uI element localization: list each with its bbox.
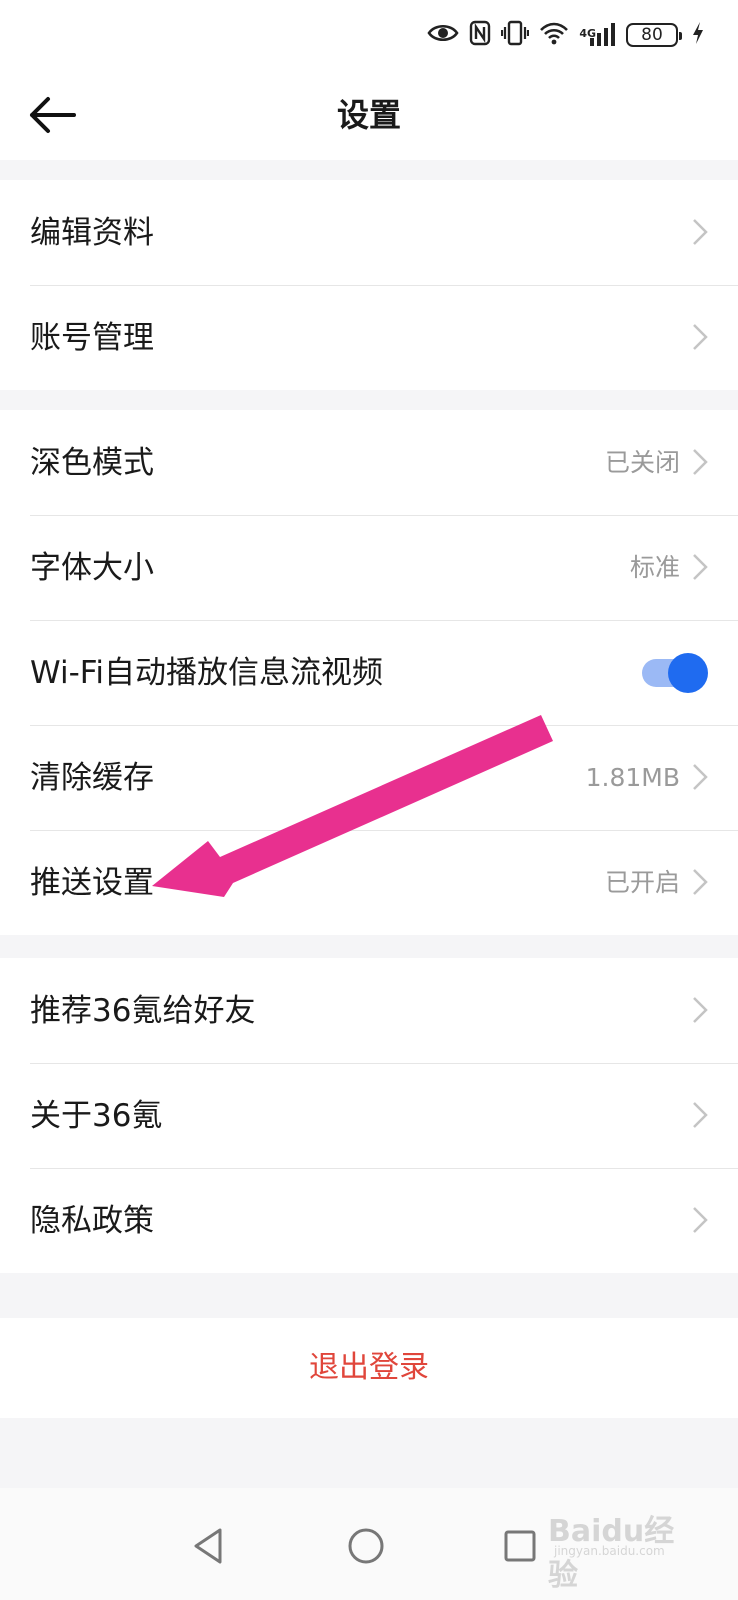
charging-icon	[692, 21, 704, 49]
chevron-right-icon	[692, 996, 708, 1024]
settings-item-edit-profile[interactable]: 编辑资料	[0, 180, 738, 285]
home-circle-icon	[344, 1528, 388, 1572]
settings-item-label: 字体大小	[30, 549, 154, 586]
settings-item-privacy-policy[interactable]: 隐私政策	[0, 1168, 738, 1273]
settings-item-label: 清除缓存	[30, 759, 154, 796]
settings-group-preferences: 深色模式 已关闭 字体大小 标准 Wi-Fi自动播放信息流视频 清除缓存 1.8…	[0, 410, 738, 935]
eye-icon	[427, 22, 459, 48]
chevron-right-icon	[692, 553, 708, 581]
settings-item-value: 1.81MB	[585, 762, 680, 792]
chevron-right-icon	[692, 868, 708, 896]
signal-icon: 4G	[579, 22, 616, 48]
settings-item-account-management[interactable]: 账号管理	[0, 285, 738, 390]
settings-item-dark-mode[interactable]: 深色模式 已关闭	[0, 410, 738, 515]
network-type-label: 4G	[579, 27, 596, 40]
settings-item-label: 推荐36氪给好友	[30, 992, 256, 1029]
chevron-right-icon	[692, 323, 708, 351]
settings-item-value: 标准	[629, 552, 680, 582]
settings-item-label: Wi-Fi自动播放信息流视频	[30, 654, 383, 691]
back-triangle-icon	[188, 1528, 232, 1572]
settings-item-label: 账号管理	[30, 319, 154, 356]
settings-item-label: 隐私政策	[30, 1202, 154, 1239]
settings-item-about[interactable]: 关于36氪	[0, 1063, 738, 1168]
settings-item-value: 已关闭	[604, 447, 680, 477]
settings-item-clear-cache[interactable]: 清除缓存 1.81MB	[0, 725, 738, 830]
settings-item-wifi-autoplay: Wi-Fi自动播放信息流视频	[0, 620, 738, 725]
chevron-right-icon	[692, 1101, 708, 1129]
settings-item-push-settings[interactable]: 推送设置 已开启	[0, 830, 738, 935]
wifi-autoplay-toggle[interactable]	[638, 653, 708, 693]
settings-item-label: 推送设置	[30, 864, 154, 901]
system-nav-bar	[0, 1488, 738, 1600]
nav-home-button[interactable]	[344, 1524, 388, 1568]
nav-back-button[interactable]	[188, 1524, 232, 1568]
wifi-icon	[539, 21, 569, 49]
nav-recents-button[interactable]	[498, 1524, 542, 1568]
vibrate-icon	[501, 20, 530, 50]
settings-item-label: 关于36氪	[30, 1097, 163, 1134]
settings-item-value: 已开启	[604, 867, 680, 897]
toggle-thumb	[668, 653, 708, 693]
chevron-right-icon	[692, 218, 708, 246]
settings-item-recommend[interactable]: 推荐36氪给好友	[0, 958, 738, 1063]
settings-item-label: 深色模式	[30, 444, 154, 481]
settings-group-account: 编辑资料 账号管理	[0, 180, 738, 390]
chevron-right-icon	[692, 448, 708, 476]
battery-icon: 80	[626, 23, 682, 47]
recents-square-icon	[498, 1530, 542, 1572]
settings-item-label: 编辑资料	[30, 214, 154, 251]
settings-item-font-size[interactable]: 字体大小 标准	[0, 515, 738, 620]
logout-label: 退出登录	[309, 1350, 429, 1385]
status-icons: 4G 80	[427, 18, 704, 52]
settings-group-about: 推荐36氪给好友 关于36氪 隐私政策	[0, 958, 738, 1273]
status-bar: 4G 80	[0, 0, 738, 70]
page-title: 设置	[336, 96, 401, 134]
chevron-right-icon	[692, 1206, 708, 1234]
top-app-bar: 设置	[0, 70, 738, 160]
logout-button[interactable]: 退出登录	[0, 1318, 738, 1418]
nfc-icon	[469, 20, 491, 50]
chevron-right-icon	[692, 763, 708, 791]
